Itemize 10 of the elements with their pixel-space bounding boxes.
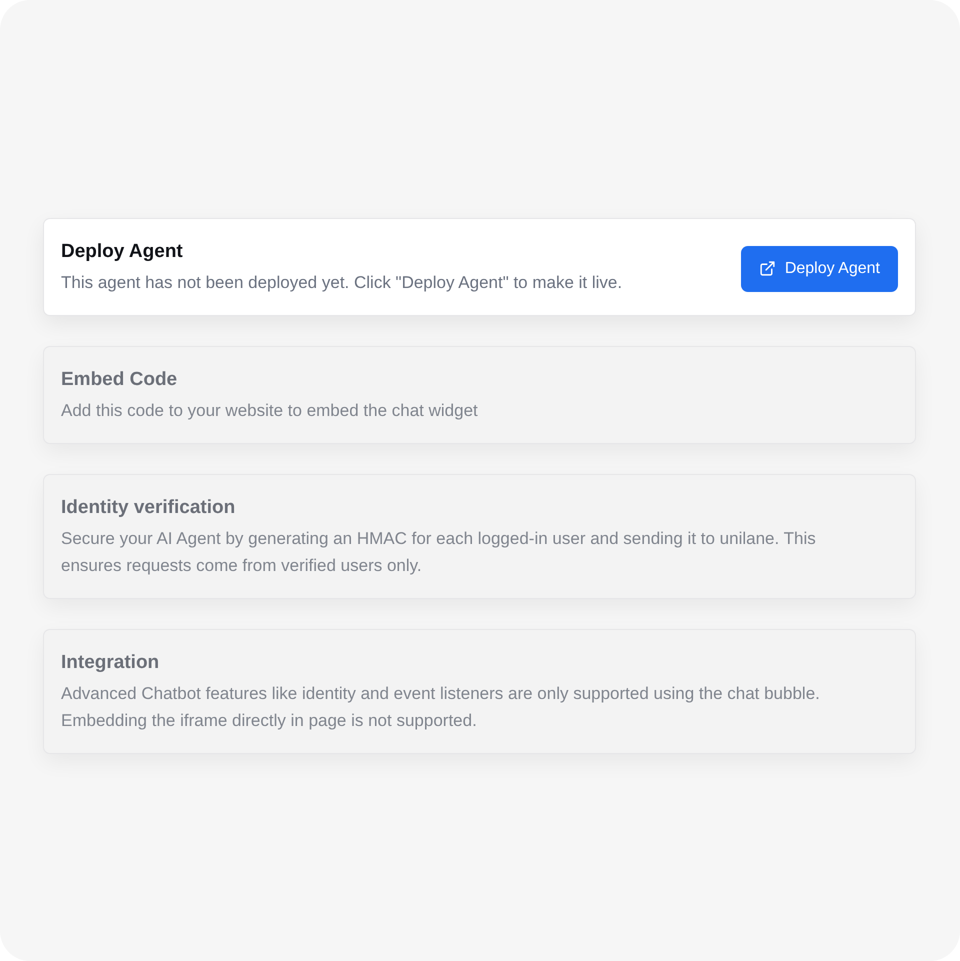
section-description: Secure your AI Agent by generating an HMAC for each logged-in user and sending it to unilane. This ensures requests come from verified users only.: [61, 528, 817, 577]
section-title: Identity verification: [61, 497, 236, 519]
section-title: Embed Code: [61, 369, 178, 391]
section-title: Integration: [61, 652, 160, 674]
external-link-icon: [758, 260, 776, 277]
section-description: This agent has not been deployed yet. Click "Deploy Agent" to make it live.: [61, 272, 622, 294]
section-description: Advanced Chatbot features like identity and event listeners are only supported using the chat bubble. Embedding the iframe directly in page is not supported.: [61, 683, 821, 732]
section-description: Add this code to your website to embed the chat widget: [61, 400, 478, 422]
deploy-button[interactable]: Deploy Agent: [740, 246, 898, 292]
section-title: Deploy Agent: [61, 241, 184, 263]
